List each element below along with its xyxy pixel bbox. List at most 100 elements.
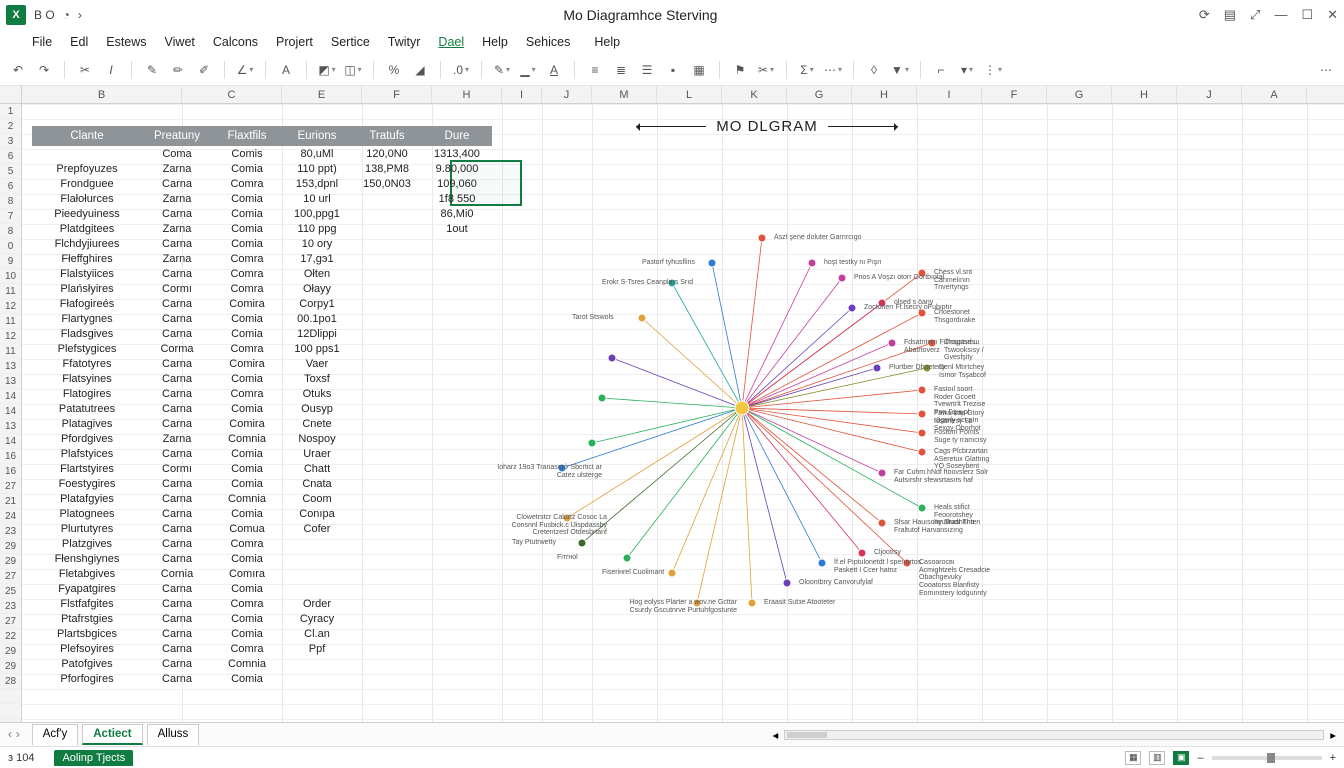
column-headers[interactable]: BCEFHIJMLKGHIFGHJA: [0, 86, 1344, 104]
table-row[interactable]: FłenshgiynesCarnaComia: [32, 551, 492, 566]
row-header[interactable]: 29: [0, 554, 21, 569]
table-row[interactable]: FrondgueeCarnaComra153,dpnl150,0N03109,0…: [32, 176, 492, 191]
row-header[interactable]: 29: [0, 644, 21, 659]
column-header[interactable]: F: [362, 86, 432, 103]
table-row[interactable]: FladsgivesCarnaComia12Dlippi: [32, 326, 492, 341]
column-header[interactable]: J: [1177, 86, 1242, 103]
row-header[interactable]: 5: [0, 164, 21, 179]
row-header[interactable]: 23: [0, 599, 21, 614]
overflow-icon[interactable]: ⋯: [1316, 60, 1336, 80]
row-header[interactable]: 8: [0, 224, 21, 239]
row-header[interactable]: 28: [0, 674, 21, 689]
menu-item-twityr[interactable]: Twityr: [388, 35, 421, 49]
table-row[interactable]: PatatutreesCarnaComiaOusyp: [32, 401, 492, 416]
row-header[interactable]: 11: [0, 344, 21, 359]
row-header[interactable]: 12: [0, 329, 21, 344]
autosave-icon[interactable]: ◔: [63, 8, 70, 22]
more-icon[interactable]: ⋯: [823, 60, 843, 80]
row-header[interactable]: 23: [0, 524, 21, 539]
table-row[interactable]: PlartsbgicesCarnaComiaCl.an: [32, 626, 492, 641]
table-row[interactable]: PlatafgyiesCarnaComniaCoom: [32, 491, 492, 506]
row-headers[interactable]: 1236568780910111211121113131414131416162…: [0, 104, 22, 722]
pen2-icon[interactable]: ✏: [168, 60, 188, 80]
pen3-icon[interactable]: ✐: [194, 60, 214, 80]
table-row[interactable]: ComaComis80,uMl120,0N01313,400: [32, 146, 492, 161]
column-header[interactable]: M: [592, 86, 657, 103]
column-header[interactable]: I: [502, 86, 542, 103]
column-header[interactable]: E: [282, 86, 362, 103]
column-header[interactable]: K: [722, 86, 787, 103]
row-header[interactable]: 29: [0, 659, 21, 674]
row-header[interactable]: 9: [0, 254, 21, 269]
row-header[interactable]: 29: [0, 539, 21, 554]
menu-item-dael[interactable]: Dael: [438, 35, 464, 49]
row-header[interactable]: 24: [0, 509, 21, 524]
sheet-tab[interactable]: Acf'y: [32, 724, 79, 745]
align-center-icon[interactable]: ≣: [611, 60, 631, 80]
sigma-icon[interactable]: Σ: [797, 60, 817, 80]
pen1-icon[interactable]: ✎: [142, 60, 162, 80]
row-header[interactable]: 0: [0, 239, 21, 254]
zoom-in-button[interactable]: +: [1330, 752, 1336, 764]
view-break-button[interactable]: ▣: [1173, 751, 1189, 765]
column-header[interactable]: I: [917, 86, 982, 103]
expand-icon[interactable]: ⤢: [1250, 7, 1260, 23]
align-justify-icon[interactable]: ☰: [637, 60, 657, 80]
row-header[interactable]: 21: [0, 494, 21, 509]
row-header[interactable]: 22: [0, 629, 21, 644]
status-mode-tab[interactable]: Aolinp Tjects: [54, 750, 133, 766]
italic-icon[interactable]: I: [101, 60, 121, 80]
row-header[interactable]: 7: [0, 209, 21, 224]
row-header[interactable]: 16: [0, 464, 21, 479]
table-row[interactable]: PlatogneesCarnaComiaConıpa: [32, 506, 492, 521]
cut-icon[interactable]: ✂: [756, 60, 776, 80]
eraser-icon[interactable]: ◢: [410, 60, 430, 80]
menu-item-estews[interactable]: Estews: [106, 35, 146, 49]
cells-area[interactable]: ClantePreatunyFlaxtfilsEurionsTratufsDur…: [22, 104, 1344, 722]
align-left-icon[interactable]: ≡: [585, 60, 605, 80]
minimize-button[interactable]: —: [1274, 7, 1287, 23]
column-header[interactable]: G: [787, 86, 852, 103]
maximize-button[interactable]: ☐: [1301, 7, 1313, 23]
row-header[interactable]: 13: [0, 359, 21, 374]
scroll-left-icon[interactable]: ◂: [772, 728, 778, 742]
fill-icon[interactable]: ▁: [518, 60, 538, 80]
link-icon[interactable]: ⌐: [931, 60, 951, 80]
find-icon[interactable]: ▾: [957, 60, 977, 80]
comment-icon[interactable]: ▪: [663, 60, 683, 80]
number-icon[interactable]: .0: [451, 60, 471, 80]
sheet-nav[interactable]: ‹›: [0, 729, 28, 741]
table-icon[interactable]: ▦: [689, 60, 709, 80]
table-row[interactable]: FlatsyinesCarnaComiaToxsf: [32, 371, 492, 386]
menu-item-file[interactable]: File: [32, 35, 52, 49]
sort-icon[interactable]: ▼: [890, 60, 910, 80]
close-button[interactable]: ✕: [1327, 7, 1338, 23]
table-row[interactable]: PlatdgiteesZarnaComia110 ppg1out: [32, 221, 492, 236]
table-row[interactable]: FlałołurcesZarnaComia10 url1f8 550: [32, 191, 492, 206]
column-header[interactable]: H: [852, 86, 917, 103]
shapes-icon[interactable]: ◩: [317, 60, 337, 80]
menu-item-calcons[interactable]: Calcons: [213, 35, 258, 49]
row-header[interactable]: 27: [0, 569, 21, 584]
menu-item-help[interactable]: Help: [594, 35, 620, 49]
row-header[interactable]: 10: [0, 269, 21, 284]
table-row[interactable]: PlurtutyresCarnaComuaCofer: [32, 521, 492, 536]
table-row[interactable]: FlstfafgitesCarnaComraOrder: [32, 596, 492, 611]
table-row[interactable]: PforfogiresCarnaComia: [32, 671, 492, 686]
select-icon[interactable]: ⋮: [983, 60, 1003, 80]
table-row[interactable]: FletabgivesCorniaComıra: [32, 566, 492, 581]
paintbrush-icon[interactable]: ✂: [75, 60, 95, 80]
table-row[interactable]: FlatogiresCarnaComraOtuks: [32, 386, 492, 401]
column-header[interactable]: L: [657, 86, 722, 103]
row-header[interactable]: 27: [0, 614, 21, 629]
table-row[interactable]: PatofgivesCarnaComnia: [32, 656, 492, 671]
table-row[interactable]: PlatagivesCarnaComiraCnete: [32, 416, 492, 431]
percent-icon[interactable]: %: [384, 60, 404, 80]
table-row[interactable]: FoestygiresCarnaComiaCnata: [32, 476, 492, 491]
menu-item-sertice[interactable]: Sertice: [331, 35, 370, 49]
table-row[interactable]: PtafrstgiesCarnaComiaCyracy: [32, 611, 492, 626]
zoom-slider[interactable]: [1212, 756, 1322, 760]
row-header[interactable]: 13: [0, 374, 21, 389]
table-row[interactable]: PlatzgivesCarnaComra: [32, 536, 492, 551]
row-header[interactable]: 14: [0, 434, 21, 449]
